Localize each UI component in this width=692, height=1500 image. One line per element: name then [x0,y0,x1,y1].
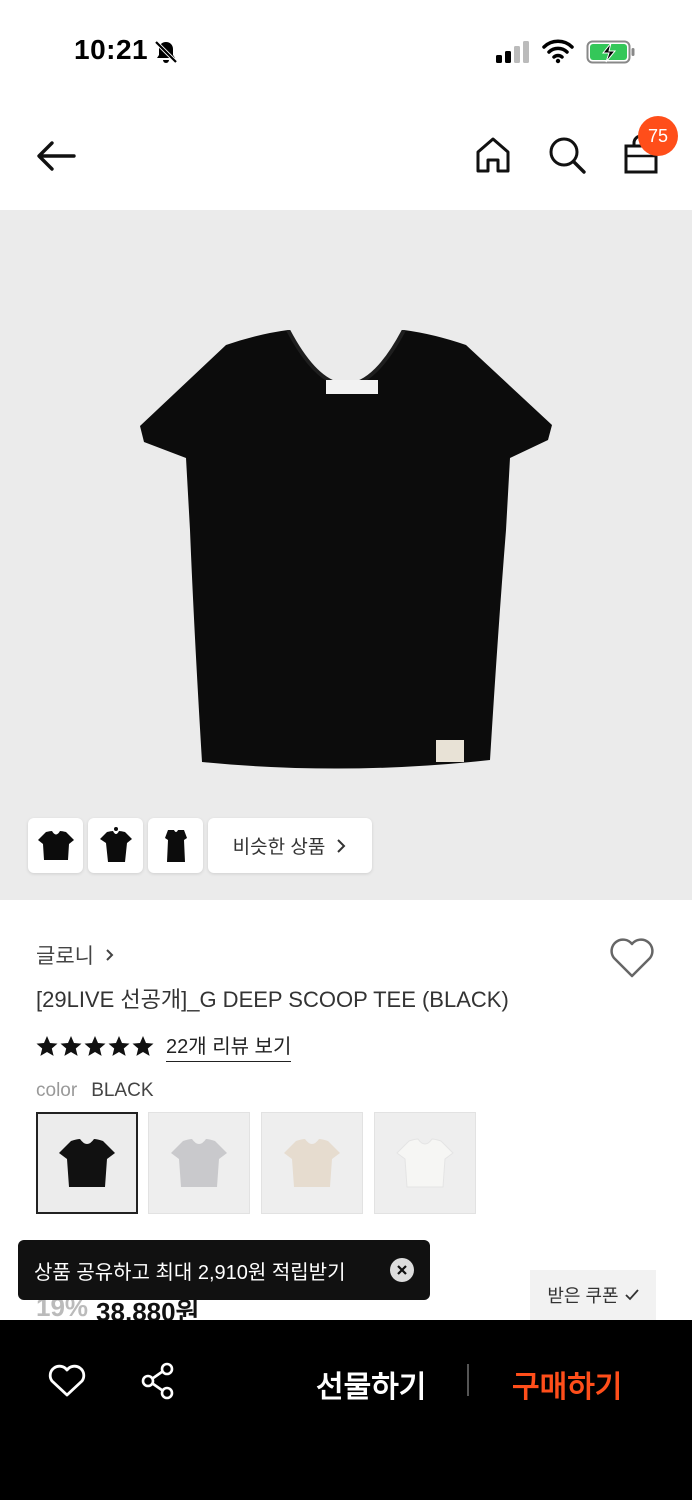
color-label: color [36,1080,78,1101]
bottom-action-bar: 선물하기 구매하기 [0,1320,692,1500]
share-reward-toast[interactable]: 상품 공유하고 최대 2,910원 적립받기 [18,1240,430,1300]
thumbnail-side[interactable] [148,818,203,873]
search-icon[interactable] [546,134,588,176]
rating-row: 22개 리뷰 보기 [36,1030,292,1062]
cart-count-badge: 75 [638,116,678,156]
swatch-shirt [284,1139,340,1187]
bell-muted-icon [154,40,178,64]
wishlist-heart-icon[interactable] [48,1364,86,1398]
top-nav: 75 [0,100,692,210]
color-swatch-beige[interactable] [261,1112,363,1214]
product-title: [29LIVE 선공개]_G DEEP SCOOP TEE (BLACK) [36,987,509,1012]
rating-stars [36,1035,154,1057]
share-icon[interactable] [140,1362,176,1400]
product-main-image[interactable] [138,330,554,780]
coupon-label: 받은 쿠폰 [547,1286,619,1306]
status-time: 10:21 [74,34,149,65]
wifi-icon [542,39,574,64]
buy-button[interactable]: 구매하기 [512,1362,622,1406]
similar-products-label: 비슷한 상품 [232,837,326,858]
star-icon [84,1036,106,1056]
received-coupon-button[interactable]: 받은 쿠폰 [530,1270,656,1320]
brand-link[interactable]: 글로니 [36,940,116,970]
back-arrow-icon[interactable] [34,138,78,174]
swatch-shirt [59,1139,115,1187]
home-icon[interactable] [472,134,514,176]
color-swatch-black[interactable] [36,1112,138,1214]
similar-products-button[interactable]: 비슷한 상품 [208,818,372,873]
star-icon [60,1036,82,1056]
product-image-gallery[interactable]: 비슷한 상품 [0,210,692,900]
swatch-shirt [171,1139,227,1187]
thumbnail-front[interactable] [28,818,83,873]
swatch-shirt [396,1138,454,1188]
chevron-right-icon [106,949,114,961]
brand-name: 글로니 [36,945,94,968]
wishlist-heart-icon[interactable] [608,936,656,980]
check-icon [624,1289,639,1301]
color-row: color BLACK [36,1080,154,1102]
star-icon [132,1036,154,1056]
cellular-signal-icon [496,41,529,63]
chevron-right-icon [337,838,346,853]
color-swatch-grey[interactable] [148,1112,250,1214]
color-swatch-white[interactable] [374,1112,476,1214]
divider [467,1364,469,1396]
star-icon [108,1036,130,1056]
toast-text: 상품 공유하고 최대 2,910원 적립받기 [34,1261,346,1284]
battery-charging-icon [586,40,635,64]
color-value: BLACK [91,1080,154,1101]
star-icon [36,1036,58,1056]
status-bar: 10:21 [0,0,692,100]
close-icon[interactable] [390,1258,414,1282]
gift-button[interactable]: 선물하기 [316,1362,426,1406]
review-link[interactable]: 22개 리뷰 보기 [166,1030,292,1062]
thumbnail-worn[interactable] [88,818,143,873]
